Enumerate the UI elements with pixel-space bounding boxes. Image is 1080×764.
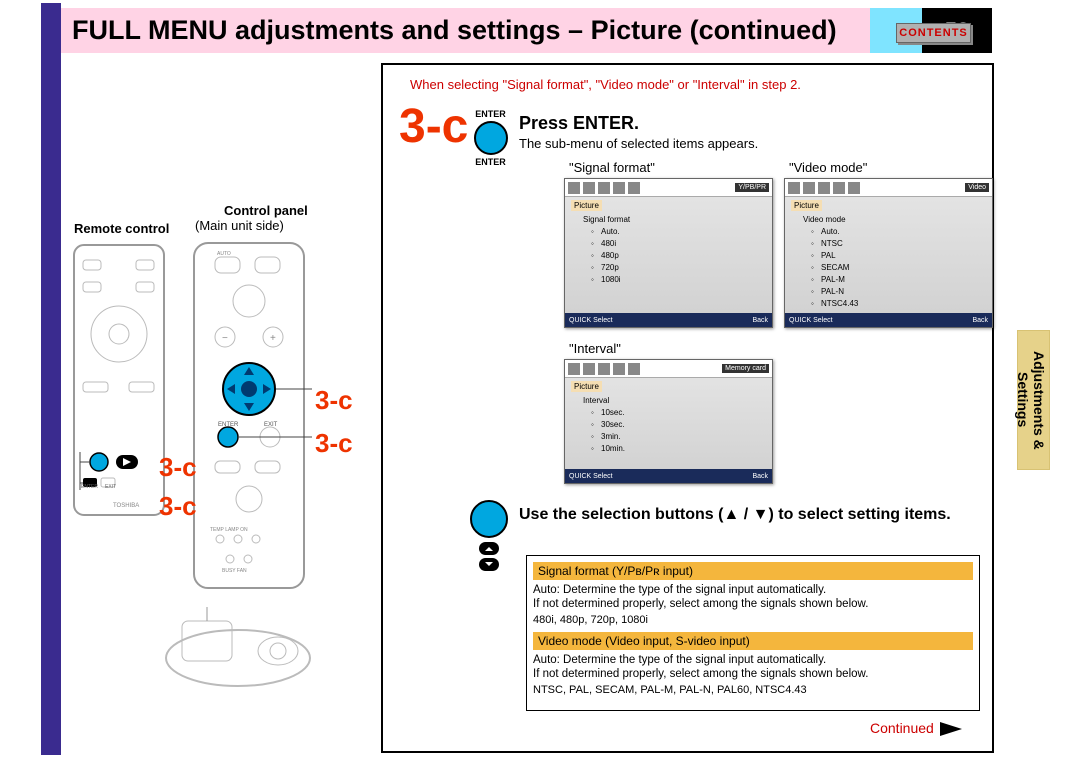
caption-interval: "Interval" <box>569 341 621 356</box>
info-text: Auto: Determine the type of the signal i… <box>533 584 973 596</box>
submenu-tabs: Memory card <box>565 360 772 378</box>
submenu-item: 480i <box>571 238 766 250</box>
info-values: NTSC, PAL, SECAM, PAL-M, PAL-N, PAL60, N… <box>533 684 973 696</box>
submenu-header: Picture <box>571 381 602 392</box>
caption-video-mode: "Video mode" <box>789 160 867 175</box>
step-callout: 3-c <box>159 452 197 483</box>
svg-text:AUTO: AUTO <box>217 251 231 257</box>
svg-text:EXIT: EXIT <box>264 422 278 428</box>
info-heading-video-mode: Video mode (Video input, S-video input) <box>533 632 973 650</box>
step2-title: Use the selection buttons (▲ / ▼) to sel… <box>519 505 951 525</box>
submenu-source: Memory card <box>722 364 769 373</box>
submenu-video-mode: Video Picture Video mode Auto. NTSC PAL … <box>784 178 993 328</box>
svg-text:TOSHIBA: TOSHIBA <box>113 503 139 509</box>
submenu-item: PAL <box>791 250 986 262</box>
up-button-icon <box>479 542 499 555</box>
svg-text:−: − <box>222 333 228 344</box>
selection-diagram <box>468 500 510 574</box>
enter-button-icon <box>474 121 508 155</box>
submenu-item: 30sec. <box>571 419 766 431</box>
info-heading-signal-format: Signal format (Y/Pʙ/Pʀ input) <box>533 562 973 580</box>
down-button-icon <box>479 558 499 571</box>
submenu-subhead: Video mode <box>791 213 986 226</box>
info-text: Auto: Determine the type of the signal i… <box>533 654 973 666</box>
svg-text:BUSY FAN: BUSY FAN <box>222 568 247 574</box>
submenu-item: 480p <box>571 250 766 262</box>
submenu-item: 10min. <box>571 443 766 455</box>
submenu-signal-format: Y/PB/PR Picture Signal format Auto. 480i… <box>564 178 773 328</box>
submenu-item: 3min. <box>571 431 766 443</box>
submenu-source: Video <box>965 183 989 192</box>
projector-illustration <box>158 603 318 693</box>
submenu-item: PAL-N <box>791 286 986 298</box>
submenu-subhead: Signal format <box>571 213 766 226</box>
submenu-item: 10sec. <box>571 407 766 419</box>
step-callout: 3-c <box>159 491 197 522</box>
svg-text:TEMP LAMP ON: TEMP LAMP ON <box>210 527 248 533</box>
info-values: 480i, 480p, 720p, 1080i <box>533 614 973 626</box>
side-stripe <box>41 3 61 755</box>
info-text: If not determined properly, select among… <box>533 668 973 680</box>
continued-label: Continued <box>870 720 962 736</box>
page-title: FULL MENU adjustments and settings – Pic… <box>72 8 837 53</box>
svg-text:+: + <box>270 333 276 344</box>
condition-note: When selecting "Signal format", "Video m… <box>410 77 801 92</box>
submenu-item: PAL-M <box>791 274 986 286</box>
caption-signal-format: "Signal format" <box>569 160 655 175</box>
svg-text:ENTER: ENTER <box>218 422 239 428</box>
section-tab: Adjustments & Settings <box>1017 330 1050 470</box>
step-number: 3-c <box>399 99 468 154</box>
info-text: If not determined properly, select among… <box>533 598 973 610</box>
submenu-item: SECAM <box>791 262 986 274</box>
contents-button[interactable]: CONTENTS <box>896 23 971 43</box>
label-control-panel: Control panel <box>224 203 308 218</box>
step-subtitle: The sub-menu of selected items appears. <box>519 136 758 151</box>
submenu-footer: QUICK SelectBack <box>565 469 772 483</box>
submenu-tabs: Y/PB/PR <box>565 179 772 197</box>
submenu-item: Auto. <box>571 226 766 238</box>
submenu-footer: QUICK SelectBack <box>565 313 772 327</box>
enter-label-bottom: ENTER <box>468 157 513 167</box>
submenu-item: NTSC <box>791 238 986 250</box>
control-panel-illustration: AUTO − + ENTER EXIT TEMP LAMP ON BUSY FA… <box>190 239 320 599</box>
step-title: Press ENTER. <box>519 113 639 134</box>
submenu-item: 720p <box>571 262 766 274</box>
enter-label-top: ENTER <box>468 109 513 119</box>
enter-diagram: ENTER ENTER <box>468 109 513 167</box>
submenu-source: Y/PB/PR <box>735 183 769 192</box>
submenu-item: 1080i <box>571 274 766 286</box>
label-remote-control: Remote control <box>74 221 169 236</box>
svg-text:ENTER: ENTER <box>81 484 98 490</box>
submenu-interval: Memory card Picture Interval 10sec. 30se… <box>564 359 773 484</box>
dpad-icon <box>470 500 508 538</box>
submenu-item: NTSC4.43 <box>791 298 986 310</box>
submenu-tabs: Video <box>785 179 992 197</box>
submenu-footer: QUICK SelectBack <box>785 313 992 327</box>
submenu-header: Picture <box>571 200 602 211</box>
submenu-item: Auto. <box>791 226 986 238</box>
svg-text:EXIT: EXIT <box>105 484 116 490</box>
submenu-subhead: Interval <box>571 394 766 407</box>
info-box: Signal format (Y/Pʙ/Pʀ input) Auto: Dete… <box>526 555 980 711</box>
step-callout: 3-c <box>315 428 353 459</box>
step-callout: 3-c <box>315 385 353 416</box>
submenu-header: Picture <box>791 200 822 211</box>
label-main-unit: (Main unit side) <box>195 218 284 233</box>
